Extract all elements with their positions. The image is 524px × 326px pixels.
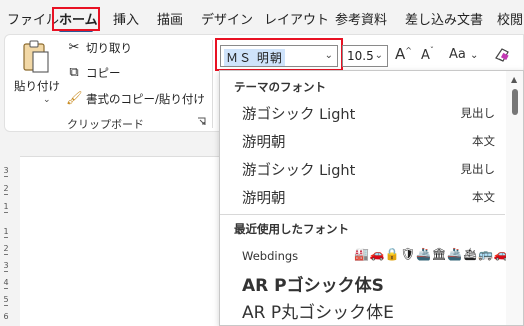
theme-fonts-header: テーマのフォント: [234, 80, 326, 94]
ruler-tick: [4, 194, 8, 195]
format-painter-button[interactable]: 🖌 書式のコピー/貼り付け: [66, 91, 205, 107]
paste-icon[interactable]: [21, 40, 51, 76]
format-painter-icon: 🖌: [66, 91, 83, 106]
ruler-number: 3: [3, 166, 9, 175]
chevron-down-icon[interactable]: ⌄: [375, 50, 383, 61]
font-size-value: 10.5: [347, 49, 374, 63]
ruler-number: 1: [3, 202, 9, 211]
tab-review[interactable]: 校閲: [497, 9, 523, 28]
grow-font-button[interactable]: A^: [395, 45, 412, 63]
ruler-number: 3: [3, 261, 9, 270]
cut-button[interactable]: ✂ 切り取り: [66, 40, 132, 56]
dialog-launcher-icon[interactable]: [197, 117, 206, 126]
ruler-number: 4: [3, 278, 9, 287]
font-option[interactable]: AR Pゴシック体S: [220, 268, 505, 296]
ruler-tick: [4, 176, 8, 177]
home-tab-highlight-box: [52, 7, 100, 31]
clipboard-group-label: クリップボード: [67, 118, 144, 131]
scroll-up-arrow-icon[interactable]: ▲: [511, 75, 517, 84]
font-option-name: 游明朝: [242, 191, 286, 207]
ruler-number: 6: [3, 312, 9, 321]
scrollbar-thumb[interactable]: [512, 89, 518, 115]
tab-insert[interactable]: 挿入: [113, 9, 139, 28]
tab-references[interactable]: 参考資料: [335, 9, 387, 28]
list-divider: [220, 214, 505, 215]
paste-dropdown-chevron-icon[interactable]: ⌄: [43, 95, 51, 105]
grow-font-icon: A: [395, 45, 406, 63]
copy-label: コピー: [86, 66, 121, 80]
paste-button-label[interactable]: 貼り付け: [14, 78, 60, 94]
copy-button[interactable]: ⧉ コピー: [66, 65, 121, 81]
ruler-number: 1: [3, 227, 9, 236]
font-option-role: 見出し: [460, 162, 496, 176]
change-case-icon: Aa: [449, 47, 466, 62]
font-size-combobox[interactable]: 10.5 ⌄: [342, 45, 388, 67]
change-case-button[interactable]: Aa ⌄: [449, 47, 478, 62]
font-option-name: 游ゴシック Light: [242, 107, 356, 123]
font-box-highlight: [215, 38, 343, 71]
ruler-number: 2: [3, 184, 9, 193]
ruler-number: 2: [3, 244, 9, 253]
tab-mailings[interactable]: 差し込み文書: [405, 9, 483, 28]
tab-draw[interactable]: 描画: [157, 9, 183, 28]
font-dropdown-list[interactable]: テーマのフォント 游ゴシック Light 見出し 游明朝 本文 游ゴシック Li…: [219, 70, 524, 326]
font-option[interactable]: 游明朝 本文: [220, 182, 505, 210]
clear-formatting-icon[interactable]: [493, 46, 511, 64]
format-painter-label: 書式のコピー/貼り付け: [86, 92, 205, 106]
font-option-role: 見出し: [460, 106, 496, 120]
vertical-ruler: 3 2 1 1 2 3 4 5 6: [0, 132, 14, 326]
group-divider: [212, 40, 213, 128]
font-option-role: 本文: [472, 190, 495, 204]
ruler-tick: [4, 288, 8, 289]
ruler-tick: [4, 212, 8, 213]
document-page[interactable]: [20, 156, 220, 326]
scissors-icon: ✂: [68, 40, 80, 55]
copy-icon: ⧉: [69, 65, 79, 80]
font-option-name: AR Pゴシック体S: [242, 276, 384, 296]
tab-layout[interactable]: レイアウト: [264, 9, 329, 28]
ruler-tick: [4, 237, 8, 238]
ribbon-tab-bar: ファイル ホーム 挿入 描画 デザイン レイアウト 参考資料 差し込み文書 校閲: [0, 0, 524, 34]
shrink-font-button[interactable]: Aˇ: [421, 45, 434, 63]
font-option[interactable]: 游ゴシック Light 見出し: [220, 98, 505, 126]
recent-fonts-header: 最近使用したフォント: [234, 222, 349, 236]
ruler-number: 5: [3, 295, 9, 304]
shrink-font-icon: A: [421, 48, 430, 63]
ruler-tick: [4, 254, 8, 255]
font-option-name: AR P丸ゴシック体E: [242, 303, 394, 323]
dropdown-scrollbar[interactable]: ▲: [506, 71, 523, 325]
tab-design[interactable]: デザイン: [201, 9, 253, 28]
font-option-name: 游ゴシック Light: [242, 163, 356, 179]
ruler-tick: [4, 271, 8, 272]
ruler-tick: [4, 305, 8, 306]
font-option-role: 本文: [472, 134, 495, 148]
font-option[interactable]: AR P丸ゴシック体E: [220, 295, 505, 323]
font-option[interactable]: 游ゴシック Light 見出し: [220, 154, 505, 182]
font-option-name: Webdings: [242, 249, 299, 263]
font-option[interactable]: Webdings 🏭🚗🔒🛡🚢🏛🚢🛳🚌🚗✈: [220, 241, 519, 269]
font-option-name: 游明朝: [242, 135, 286, 151]
webdings-preview-glyphs: 🏭🚗🔒🛡🚢🏛🚢🛳🚌🚗✈: [354, 247, 520, 261]
cut-label: 切り取り: [86, 41, 132, 55]
font-option[interactable]: 游明朝 本文: [220, 126, 505, 154]
